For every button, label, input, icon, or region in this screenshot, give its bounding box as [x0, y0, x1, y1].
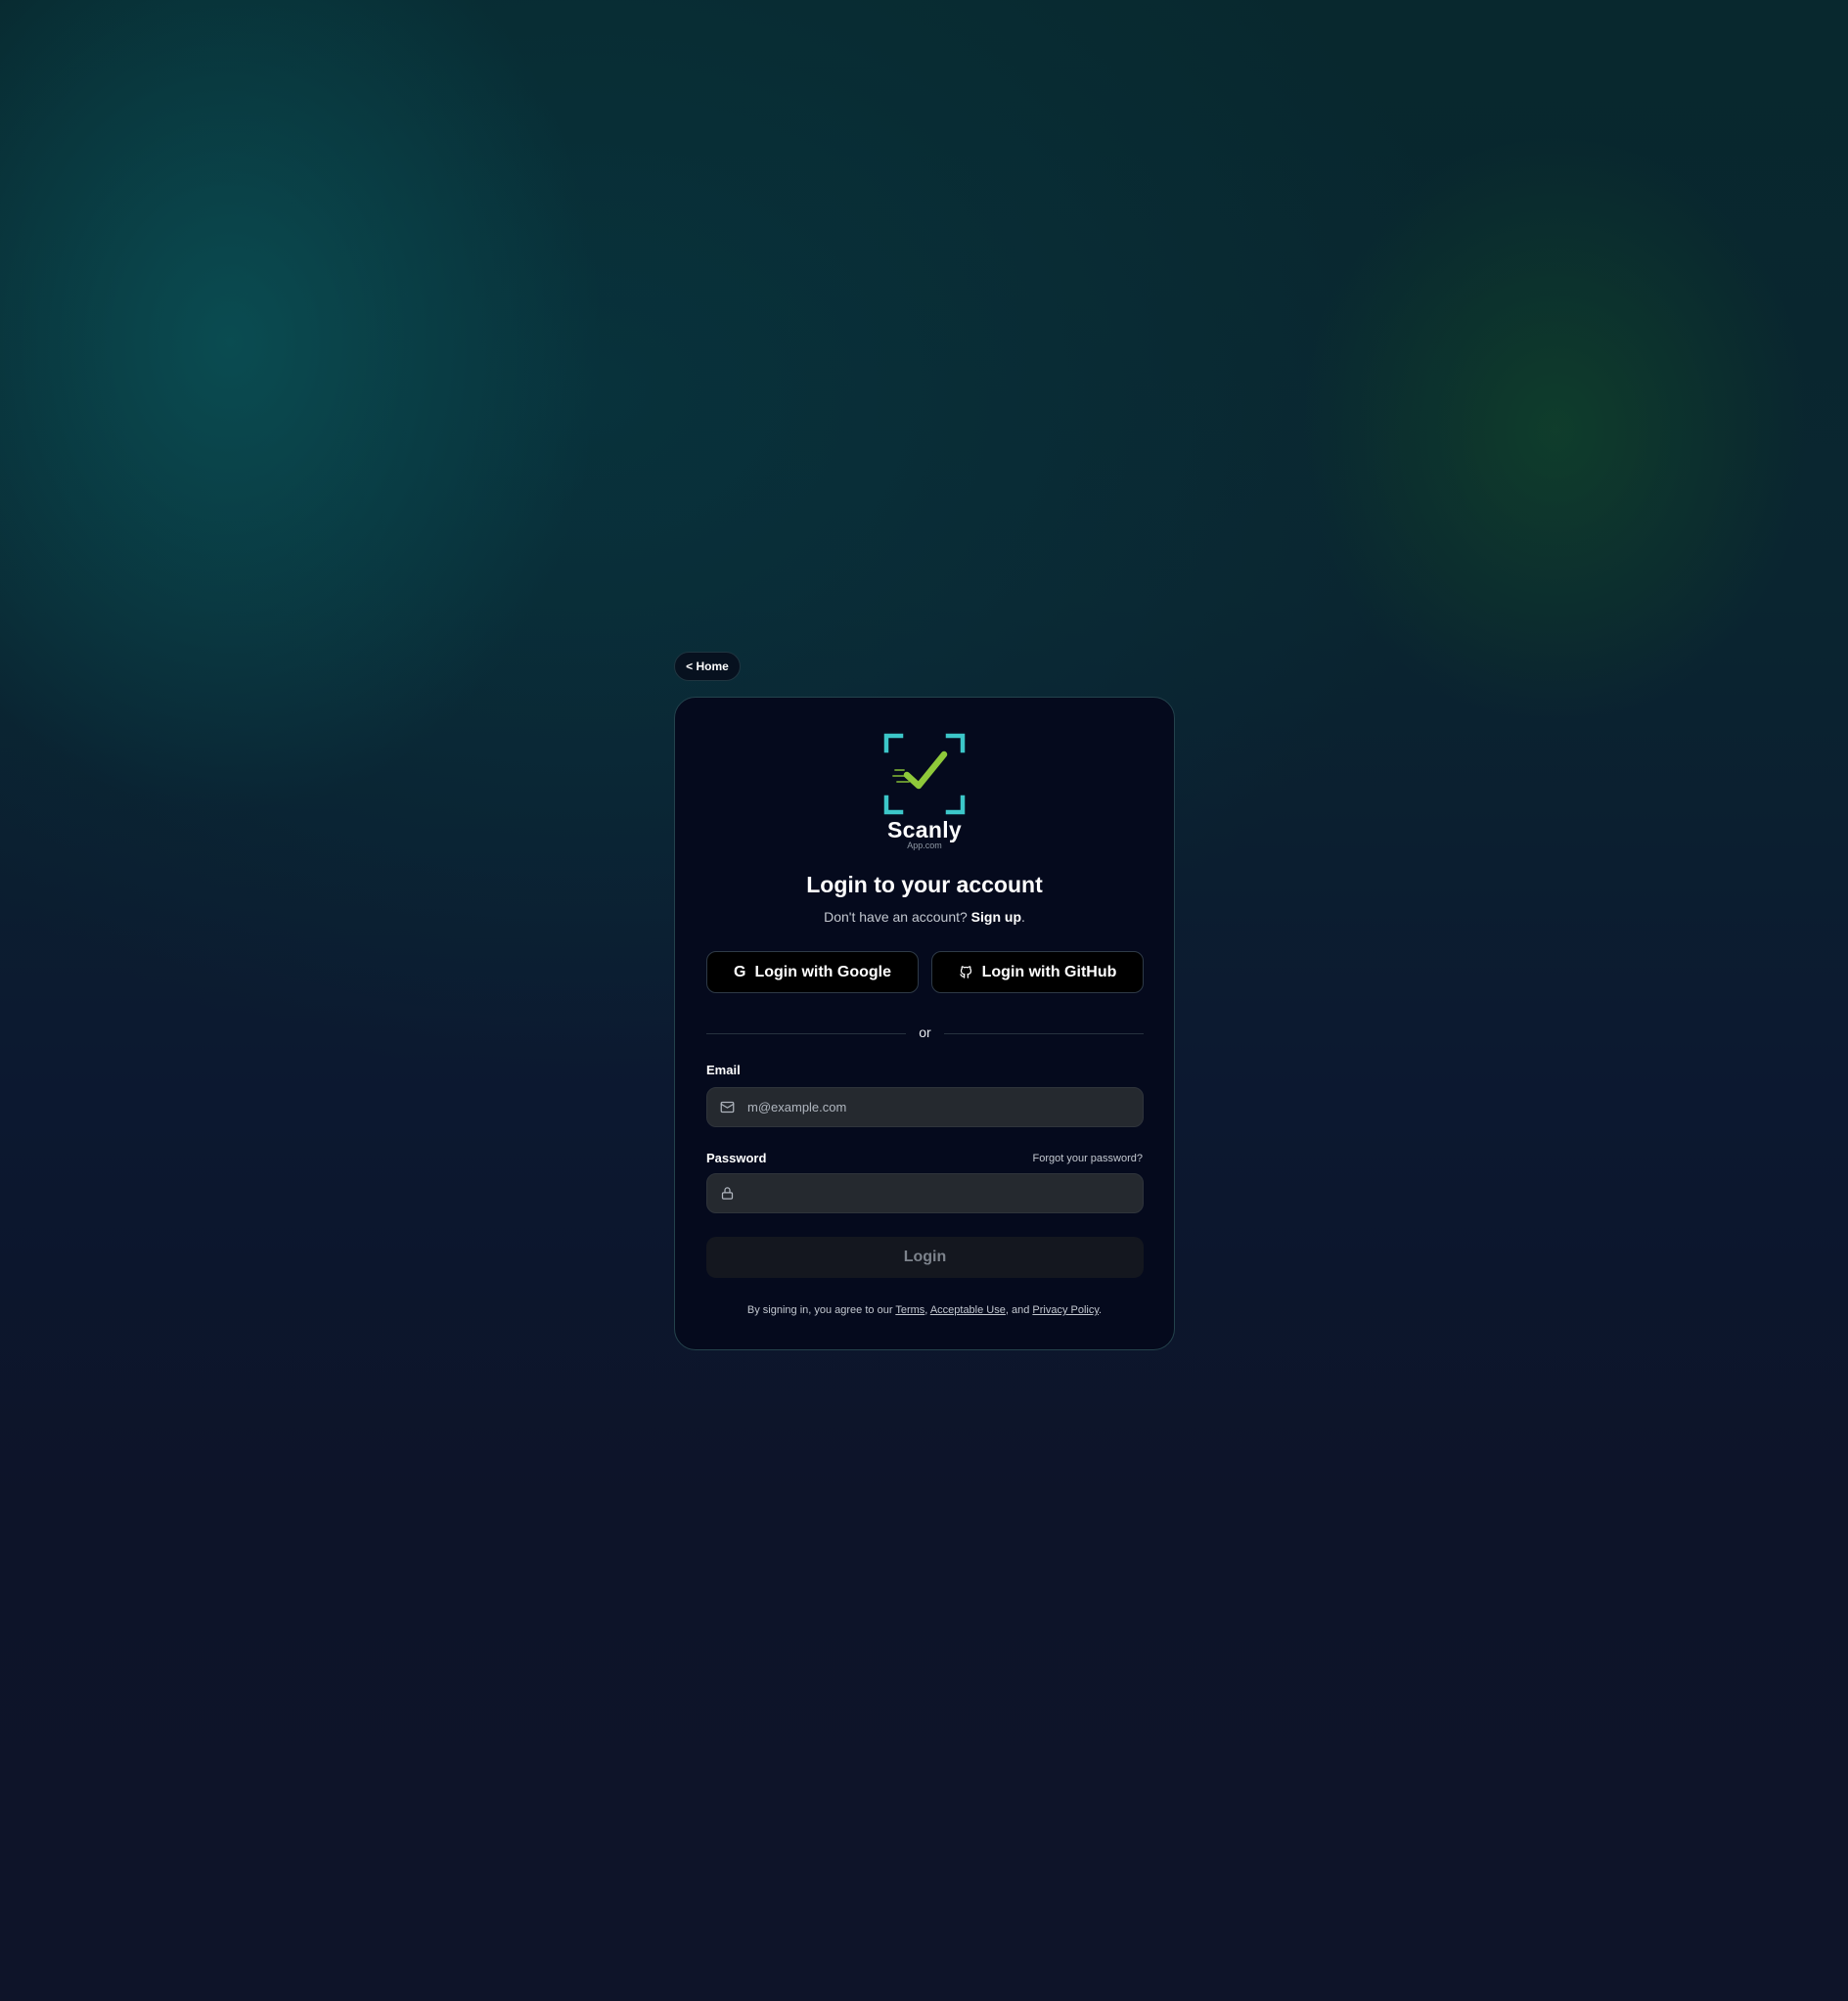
- mail-icon: [719, 1100, 735, 1115]
- google-icon: G: [734, 963, 746, 980]
- email-label: Email: [706, 1063, 741, 1077]
- acceptable-use-link[interactable]: Acceptable Use: [930, 1304, 1006, 1316]
- login-card: Scanly App.com Login to your account Don…: [674, 697, 1175, 1350]
- github-icon: [959, 966, 971, 978]
- email-placeholder: m@example.com: [747, 1100, 847, 1114]
- divider-line-right: [944, 1033, 1144, 1034]
- google-button-label: Login with Google: [754, 963, 891, 980]
- page-title: Login to your account: [806, 872, 1043, 897]
- login-with-google-button[interactable]: G Login with Google: [706, 951, 919, 993]
- privacy-policy-link[interactable]: Privacy Policy: [1032, 1304, 1099, 1316]
- password-field[interactable]: [706, 1173, 1144, 1213]
- brand-name: Scanly: [887, 817, 962, 842]
- or-divider: or: [706, 1024, 1144, 1044]
- terms-link[interactable]: Terms: [895, 1304, 924, 1316]
- signup-suffix: .: [1021, 909, 1025, 925]
- login-with-github-button[interactable]: Login with GitHub: [931, 951, 1144, 993]
- lock-icon: [719, 1186, 735, 1202]
- password-label: Password: [706, 1151, 767, 1165]
- signup-prompt: Don't have an account? Sign up.: [675, 909, 1174, 925]
- no-account-text: Don't have an account?: [824, 909, 968, 925]
- forgot-password-link[interactable]: Forgot your password?: [1033, 1153, 1144, 1164]
- legal-prefix: By signing in, you agree to our: [746, 1304, 893, 1316]
- legal-sep-2: , and: [1005, 1304, 1030, 1316]
- email-field[interactable]: m@example.com: [706, 1087, 1144, 1127]
- divider-label: or: [919, 1024, 931, 1040]
- github-button-label: Login with GitHub: [981, 963, 1117, 980]
- home-link[interactable]: < Home: [674, 652, 741, 681]
- legal-sep-1: ,: [924, 1304, 928, 1316]
- legal-notice: By signing in, you agree to our Terms, A…: [675, 1304, 1174, 1316]
- login-button[interactable]: Login: [706, 1237, 1144, 1278]
- brand-tagline: App.com: [907, 841, 942, 850]
- scanly-logo-icon: [883, 733, 966, 815]
- signup-link[interactable]: Sign up: [971, 909, 1021, 925]
- legal-suffix: .: [1099, 1304, 1103, 1316]
